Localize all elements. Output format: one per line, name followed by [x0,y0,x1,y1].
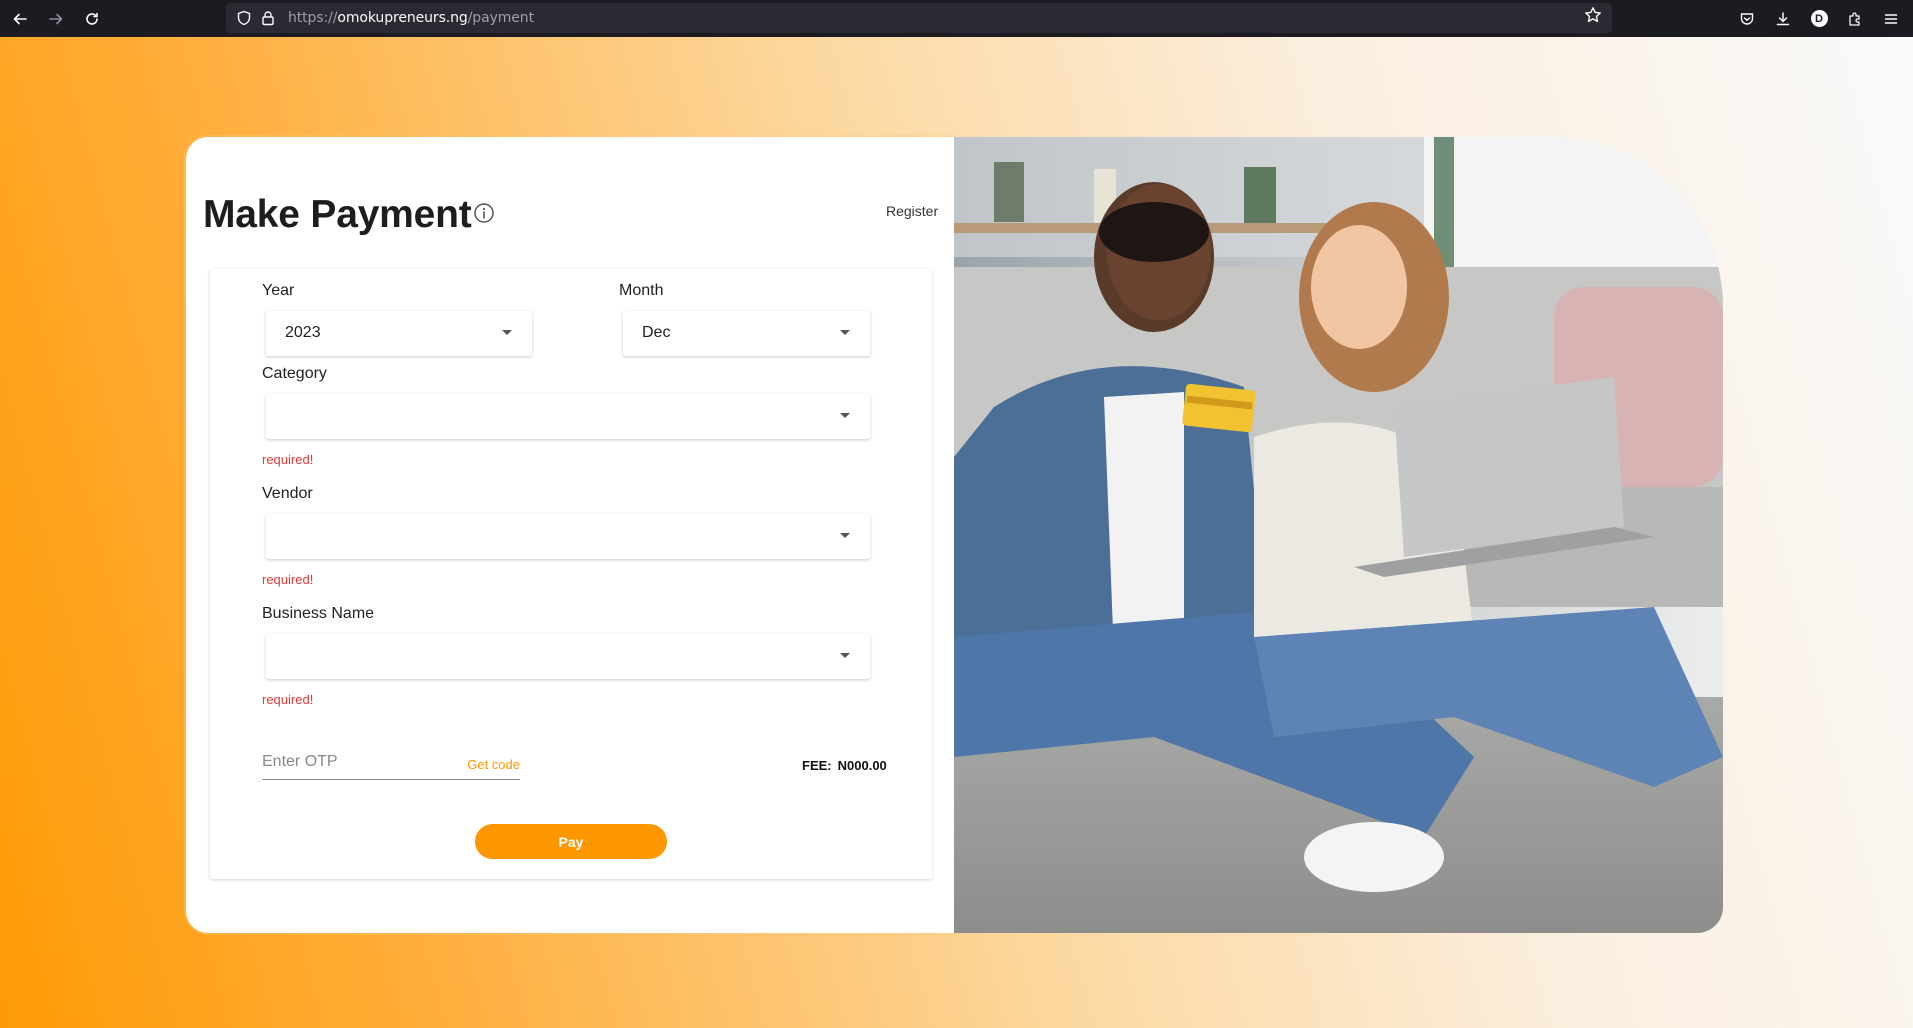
fee-label: FEE: [802,758,832,773]
url-path: /payment [467,10,534,26]
lock-icon[interactable] [256,6,280,30]
category-label: Category [262,365,327,382]
vendor-select[interactable] [266,514,870,559]
account-initial: D [1810,10,1828,27]
vendor-label: Vendor [262,485,313,502]
couple-paying-with-card-image [954,137,1723,933]
business-name-error: required! [262,692,314,707]
payment-panel: Make Payment Register Year 2023 Month De… [186,137,954,933]
back-arrow-icon[interactable] [2,1,38,37]
fee-value: N000.00 [837,758,887,773]
fee-display: FEE: N000.00 [802,758,887,773]
url-prefix: https:// [288,10,338,26]
url-host: omokupreneurs.ng [337,10,468,26]
month-label: Month [619,282,664,299]
dropdown-caret-icon [840,330,850,335]
hero-photo [954,137,1723,933]
business-name-select[interactable] [266,634,870,679]
payment-form: Year 2023 Month Dec Category required! V… [210,269,932,879]
pocket-icon[interactable] [1729,1,1765,37]
page-background: Make Payment Register Year 2023 Month De… [0,37,1913,1028]
category-error: required! [262,452,314,467]
extensions-puzzle-icon[interactable] [1837,1,1873,37]
toolbar-right: D [1729,0,1913,37]
vendor-error: required! [262,572,314,587]
otp-field: Get code [262,747,520,780]
dropdown-caret-icon [840,533,850,538]
bookmark-star-icon[interactable] [1584,6,1602,30]
category-select[interactable] [266,394,870,439]
browser-toolbar: https://omokupreneurs.ng/payment D [0,0,1913,37]
account-avatar-icon[interactable]: D [1801,1,1837,37]
address-bar[interactable]: https://omokupreneurs.ng/payment [226,3,1612,33]
url-text: https://omokupreneurs.ng/payment [288,10,534,26]
reload-icon[interactable] [74,1,110,37]
dropdown-caret-icon [502,330,512,335]
year-value: 2023 [285,324,321,341]
pay-button[interactable]: Pay [475,824,667,859]
month-value: Dec [642,324,671,341]
dropdown-caret-icon [840,653,850,658]
month-select[interactable]: Dec [623,311,870,356]
payment-card: Make Payment Register Year 2023 Month De… [186,137,1723,933]
forward-arrow-icon[interactable] [38,1,74,37]
shield-icon[interactable] [232,6,256,30]
year-label: Year [262,282,295,299]
downloads-icon[interactable] [1765,1,1801,37]
info-icon[interactable] [473,202,495,224]
menu-hamburger-icon[interactable] [1873,1,1909,37]
business-name-label: Business Name [262,605,375,622]
year-select[interactable]: 2023 [266,311,532,356]
register-link[interactable]: Register [886,203,938,219]
dropdown-caret-icon [840,413,850,418]
page-title: Make Payment [203,193,472,236]
otp-input[interactable] [262,747,452,777]
get-code-link[interactable]: Get code [467,757,520,772]
